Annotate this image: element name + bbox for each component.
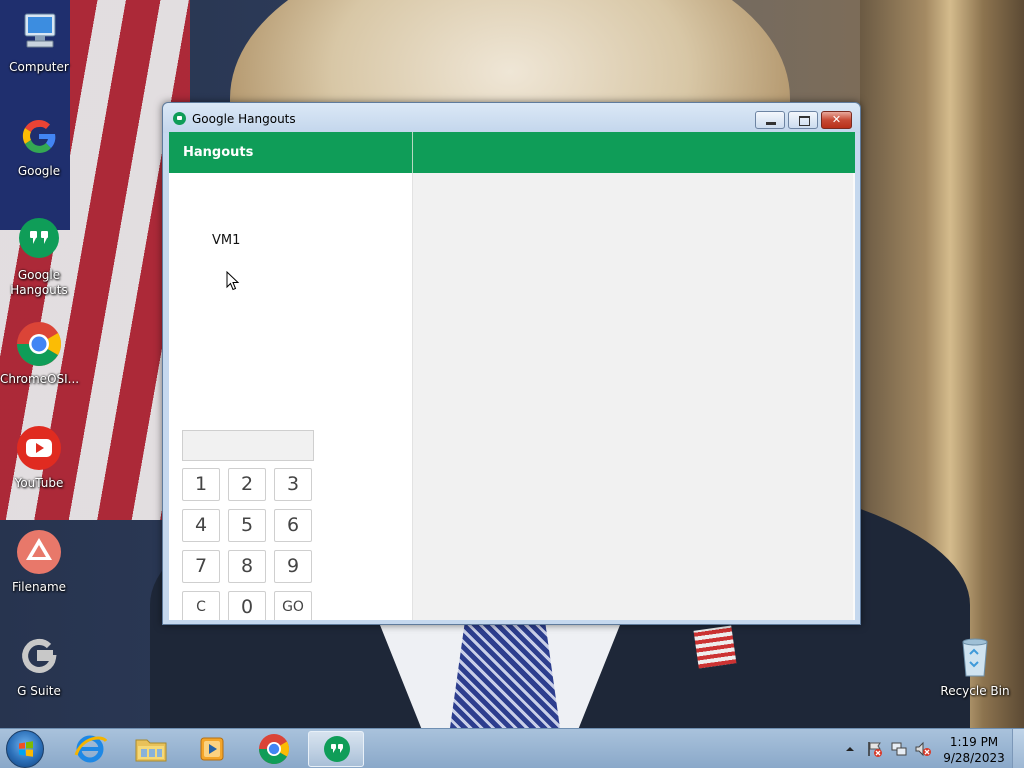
scrollbar[interactable] — [853, 173, 855, 620]
window-client-area: Hangouts VM1 1 2 3 4 5 6 7 8 9 C 0 GO — [169, 132, 855, 620]
minimize-button[interactable] — [755, 111, 785, 129]
hangouts-header: Hangouts — [169, 132, 855, 173]
dialpad-clear-button[interactable]: C — [182, 591, 220, 620]
internet-explorer-icon — [74, 735, 108, 763]
drive-icon — [15, 528, 63, 576]
dialpad-key-7[interactable]: 7 — [182, 550, 220, 583]
desktop-icon-label: Computer — [9, 60, 69, 74]
chrome-icon — [15, 320, 63, 368]
file-explorer-icon — [135, 739, 167, 762]
dialpad-key-2[interactable]: 2 — [228, 468, 266, 501]
dialpad-key-9[interactable]: 9 — [274, 550, 312, 583]
desktop-icon-label: Filename — [11, 580, 67, 594]
hangouts-icon — [324, 736, 350, 762]
chevron-up-icon[interactable] — [844, 743, 856, 755]
desktop-icon-label: Recycle Bin — [940, 684, 1010, 698]
hangouts-icon — [173, 112, 186, 125]
google-icon — [15, 112, 63, 160]
taskbar: 1:19 PM 9/28/2023 — [0, 728, 1024, 768]
desktop-icon-computer[interactable]: Computer — [0, 8, 78, 75]
wallpaper-flag-pin — [693, 625, 737, 669]
dialpad-key-3[interactable]: 3 — [274, 468, 312, 501]
desktop-icon-label-line1: Google — [17, 268, 61, 282]
desktop-icon-filename[interactable]: Filename — [0, 528, 78, 595]
dialpad-display[interactable] — [182, 430, 314, 461]
action-center-flag-icon[interactable] — [866, 740, 884, 758]
contact-item[interactable]: VM1 — [212, 233, 240, 248]
computer-icon — [15, 8, 63, 56]
network-icon[interactable] — [890, 740, 908, 758]
recycle-bin-icon — [951, 632, 999, 680]
dialpad-key-6[interactable]: 6 — [274, 509, 312, 542]
desktop-icon-google-hangouts[interactable]: Google Hangouts — [0, 216, 78, 298]
desktop-icon-chromeos[interactable]: ChromeOSI... — [0, 320, 80, 387]
hangouts-header-label: Hangouts — [183, 145, 254, 160]
taskbar-file-explorer[interactable] — [123, 731, 179, 767]
desktop-icon-label: ChromeOSI... — [0, 372, 80, 386]
close-button[interactable] — [821, 111, 852, 129]
dialpad-key-1[interactable]: 1 — [182, 468, 220, 501]
dialpad-key-4[interactable]: 4 — [182, 509, 220, 542]
desktop-icon-label: YouTube — [14, 476, 64, 490]
chrome-icon — [259, 734, 289, 765]
taskbar-internet-explorer[interactable] — [62, 731, 118, 767]
desktop-icon-label: Google — [17, 164, 61, 178]
restore-button[interactable] — [788, 111, 818, 129]
media-player-icon — [200, 737, 224, 761]
header-divider — [412, 132, 413, 173]
volume-muted-icon[interactable] — [914, 740, 932, 758]
desktop-icon-label: G Suite — [17, 684, 61, 698]
conversation-pane — [413, 173, 855, 620]
desktop-icon-youtube[interactable]: YouTube — [0, 424, 78, 491]
dialpad-key-0[interactable]: 0 — [228, 591, 266, 620]
hangouts-window: Google Hangouts Hangouts VM1 1 2 3 4 5 6… — [162, 102, 861, 625]
desktop-icon-google[interactable]: Google — [0, 112, 78, 179]
window-title: Google Hangouts — [192, 112, 296, 126]
gsuite-icon — [15, 632, 63, 680]
hangouts-icon — [15, 216, 63, 264]
taskbar-hangouts[interactable] — [308, 731, 364, 767]
desktop-icon-gsuite[interactable]: G Suite — [0, 632, 78, 699]
show-desktop-button[interactable] — [1012, 729, 1024, 768]
youtube-icon — [15, 424, 63, 472]
window-titlebar[interactable]: Google Hangouts — [163, 103, 860, 133]
wallpaper-tie — [450, 610, 560, 728]
contacts-pane: VM1 1 2 3 4 5 6 7 8 9 C 0 GO — [169, 173, 412, 620]
dialpad-key-8[interactable]: 8 — [228, 550, 266, 583]
dialpad-key-5[interactable]: 5 — [228, 509, 266, 542]
windows-logo-icon — [19, 741, 33, 757]
start-button[interactable] — [6, 730, 44, 768]
taskbar-clock[interactable]: 1:19 PM 9/28/2023 — [940, 734, 1008, 766]
dialpad-go-button[interactable]: GO — [274, 591, 312, 620]
desktop-icon-label-line2: Hangouts — [10, 283, 68, 297]
clock-date: 9/28/2023 — [943, 751, 1005, 765]
mouse-cursor-icon — [226, 271, 240, 291]
taskbar-media-player[interactable] — [184, 731, 240, 767]
taskbar-chrome[interactable] — [246, 731, 302, 767]
desktop-icon-recycle-bin[interactable]: Recycle Bin — [936, 632, 1014, 699]
clock-time: 1:19 PM — [949, 735, 999, 749]
